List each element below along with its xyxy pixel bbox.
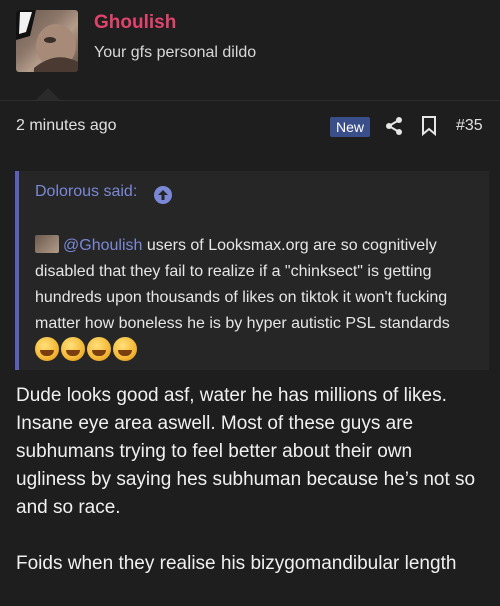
share-icon[interactable] — [385, 116, 403, 136]
quote-body: @Ghoulish users of Looksmax.org are so c… — [35, 233, 475, 364]
user-header: Ghoulish Your gfs personal dildo — [0, 0, 500, 100]
mention-link[interactable]: @Ghoulish — [63, 237, 142, 254]
post-paragraph: Foids when they realise his bizygomandib… — [16, 553, 457, 574]
grinning-squint-emoji-icon — [61, 337, 85, 361]
avatar[interactable] — [16, 10, 78, 72]
grinning-squint-emoji-icon — [35, 337, 59, 361]
mini-avatar — [35, 235, 59, 253]
username[interactable]: Ghoulish — [94, 12, 176, 34]
post-meta-bar: 2 minutes ago New #35 — [0, 101, 500, 151]
quote-header[interactable]: Dolorous said: — [35, 183, 137, 201]
bookmark-icon[interactable] — [422, 116, 436, 137]
arrow-up-icon[interactable] — [154, 186, 172, 204]
new-badge: New — [330, 117, 371, 137]
caret-decoration — [36, 88, 60, 100]
quote-block: Dolorous said: @Ghoulish users of Looksm… — [15, 171, 489, 370]
post-body: Dude looks good asf, water he has millio… — [16, 382, 486, 606]
grinning-squint-emoji-icon — [87, 337, 111, 361]
user-title: Your gfs personal dildo — [94, 44, 257, 61]
post-time[interactable]: 2 minutes ago — [16, 117, 117, 135]
post-number-link[interactable]: #35 — [456, 117, 483, 135]
post-paragraph: Dude looks good asf, water he has millio… — [16, 385, 476, 518]
grinning-squint-emoji-icon — [113, 337, 137, 361]
